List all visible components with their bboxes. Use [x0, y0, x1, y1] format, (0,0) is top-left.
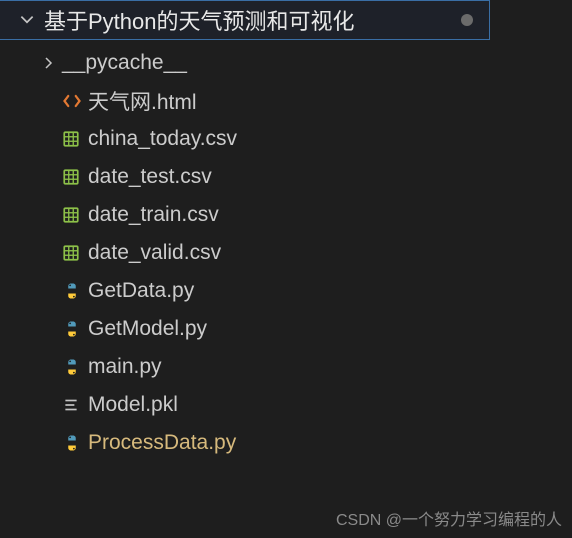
csv-icon: [62, 130, 88, 148]
file-name: main.py: [88, 355, 162, 379]
file-tree: __pycache__ 天气网.html china_today.csv date_t…: [0, 40, 490, 462]
folder-item[interactable]: __pycache__: [0, 44, 490, 82]
root-folder-label: 基于Python的天气预测和可视化: [44, 4, 355, 36]
modified-indicator-icon: [461, 14, 473, 26]
folder-name: __pycache__: [62, 51, 187, 75]
watermark-text: CSDN @一个努力学习编程的人: [336, 506, 562, 530]
file-name: Model.pkl: [88, 393, 178, 417]
file-name: ProcessData.py: [88, 431, 236, 455]
file-item[interactable]: GetData.py: [0, 272, 490, 310]
file-item[interactable]: china_today.csv: [0, 120, 490, 158]
file-item[interactable]: main.py: [0, 348, 490, 386]
csv-icon: [62, 244, 88, 262]
file-item[interactable]: date_valid.csv: [0, 234, 490, 272]
csv-icon: [62, 206, 88, 224]
file-item[interactable]: ProcessData.py: [0, 424, 490, 462]
chevron-right-icon: [40, 55, 56, 71]
python-icon: [62, 357, 88, 377]
python-icon: [62, 433, 88, 453]
file-explorer: 基于Python的天气预测和可视化 __pycache__ 天气网.html chi…: [0, 0, 490, 538]
text-icon: [62, 396, 88, 414]
file-name: date_train.csv: [88, 203, 219, 227]
file-item[interactable]: GetModel.py: [0, 310, 490, 348]
file-item[interactable]: Model.pkl: [0, 386, 490, 424]
file-name: date_valid.csv: [88, 241, 221, 265]
root-folder-header[interactable]: 基于Python的天气预测和可视化: [0, 0, 490, 40]
file-item[interactable]: 天气网.html: [0, 82, 490, 120]
python-icon: [62, 319, 88, 339]
html-icon: [62, 91, 88, 111]
file-name: GetData.py: [88, 279, 194, 303]
file-name: 天气网.html: [88, 86, 197, 116]
file-name: date_test.csv: [88, 165, 212, 189]
csv-icon: [62, 168, 88, 186]
file-name: GetModel.py: [88, 317, 207, 341]
file-item[interactable]: date_train.csv: [0, 196, 490, 234]
python-icon: [62, 281, 88, 301]
file-item[interactable]: date_test.csv: [0, 158, 490, 196]
chevron-down-icon: [18, 11, 36, 29]
file-name: china_today.csv: [88, 127, 237, 151]
